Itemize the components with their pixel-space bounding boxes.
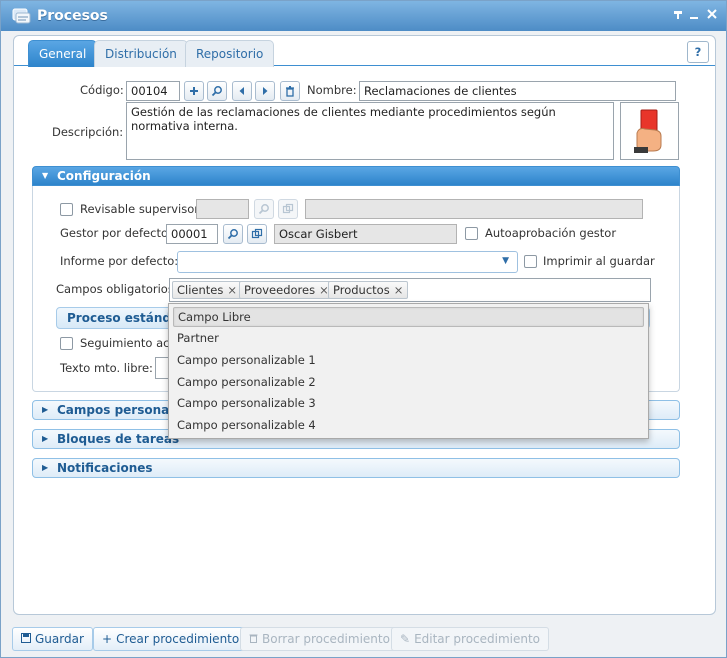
notificaciones-title: Notificaciones — [57, 461, 153, 475]
title-bar[interactable]: Procesos — [1, 1, 726, 31]
campos-obligatorios-input[interactable]: Clientes × Proveedores × Productos × — [169, 278, 651, 302]
process-app-icon — [11, 7, 31, 25]
imprimir-checkbox[interactable] — [524, 255, 537, 268]
plus-icon: + — [102, 632, 113, 646]
gestor-open-button[interactable] — [247, 224, 267, 244]
campos-dropdown-list: Campo Libre Partner Campo personalizable… — [168, 303, 649, 439]
supervisor-name-input — [305, 199, 643, 219]
dropdown-arrow-icon: ▼ — [502, 256, 509, 266]
descripcion-label: Descripción: — [52, 125, 124, 139]
tab-bar: General Distribución Repositorio ? — [14, 36, 715, 67]
trash-icon — [249, 628, 258, 650]
gestor-label: Gestor por defecto — [60, 226, 168, 240]
autoaprobacion-label: Autoaprobación gestor — [485, 226, 617, 240]
expand-arrow-icon: ▶ — [42, 434, 49, 443]
configuracion-section-header[interactable]: ▼ Configuración — [32, 166, 680, 186]
next-button[interactable] — [255, 81, 275, 101]
supervisor-open-button — [278, 199, 298, 219]
nombre-label: Nombre: — [307, 83, 357, 97]
previous-button[interactable] — [232, 81, 252, 101]
tab-repositorio[interactable]: Repositorio — [185, 40, 275, 67]
editar-procedimiento-button: ✎ Editar procedimiento — [391, 627, 550, 651]
process-window: Procesos General Distribución Repositori… — [0, 0, 727, 658]
revisable-supervisor-label: Revisable supervisor — [80, 202, 199, 216]
trash-icon — [286, 86, 294, 97]
arrow-right-icon — [263, 87, 268, 95]
notificaciones-section[interactable]: ▶ Notificaciones — [32, 458, 680, 478]
texto-libre-label: Texto mto. libre: — [60, 361, 153, 375]
plus-icon — [190, 87, 198, 95]
seguimiento-checkbox[interactable] — [60, 337, 73, 350]
dropdown-item[interactable]: Campo Libre — [173, 307, 644, 327]
supervisor-search-button — [254, 199, 274, 219]
save-icon — [21, 628, 31, 650]
search-icon — [258, 204, 269, 215]
close-icon[interactable] — [705, 8, 719, 22]
supervisor-code-input — [196, 199, 249, 219]
remove-tag-icon[interactable]: × — [394, 283, 404, 297]
arrow-left-icon — [239, 87, 244, 95]
codigo-label: Código: — [80, 83, 124, 97]
expand-arrow-icon: ▶ — [42, 463, 49, 472]
search-icon — [227, 229, 238, 240]
tab-general[interactable]: General — [28, 40, 98, 67]
informe-label: Informe por defecto: — [60, 254, 179, 268]
search-icon — [211, 86, 222, 97]
descripcion-textarea[interactable]: Gestión de las reclamaciones de clientes… — [126, 102, 614, 160]
crear-procedimiento-button[interactable]: + Crear procedimiento — [93, 627, 249, 651]
open-window-icon — [282, 203, 294, 214]
autoaprobacion-checkbox[interactable] — [465, 227, 478, 240]
imprimir-label: Imprimir al guardar — [543, 254, 655, 268]
collapse-arrow-icon: ▼ — [42, 171, 49, 180]
add-button[interactable] — [184, 81, 204, 101]
tag-proveedores: Proveedores × — [239, 281, 334, 299]
campos-obligatorios-label: Campos obligatorios: — [56, 282, 178, 296]
gestor-code-input[interactable]: 00001 — [166, 224, 218, 244]
remove-tag-icon[interactable]: × — [227, 283, 237, 297]
codigo-input[interactable]: 00104 — [126, 81, 180, 101]
dropdown-item[interactable]: Campo personalizable 2 — [173, 373, 644, 393]
minimize-icon[interactable] — [687, 8, 701, 22]
tab-distribucion[interactable]: Distribución — [94, 40, 188, 67]
nombre-input[interactable]: Reclamaciones de clientes — [359, 81, 676, 101]
footer-toolbar: Guardar + Crear procedimiento Borrar proc… — [1, 619, 726, 657]
open-window-icon — [251, 228, 263, 239]
dropdown-item[interactable]: Campo personalizable 3 — [173, 394, 644, 414]
tag-clientes: Clientes × — [172, 281, 242, 299]
dropdown-item[interactable]: Campo personalizable 1 — [173, 351, 644, 371]
bloques-title: Bloques de tareas — [57, 432, 180, 446]
guardar-button[interactable]: Guardar — [12, 627, 93, 651]
dropdown-item[interactable]: Partner — [173, 329, 644, 349]
revisable-supervisor-checkbox[interactable] — [60, 203, 73, 216]
borrar-procedimiento-button: Borrar procedimiento — [240, 627, 399, 651]
help-button[interactable]: ? — [687, 41, 709, 63]
delete-button[interactable] — [280, 81, 300, 101]
window-title: Procesos — [37, 8, 108, 24]
pencil-icon: ✎ — [400, 632, 411, 646]
red-card-hand-icon — [634, 109, 662, 153]
informe-select[interactable]: ▼ — [177, 251, 518, 273]
search-button[interactable] — [207, 81, 227, 101]
process-image[interactable] — [620, 102, 679, 160]
tag-productos: Productos × — [328, 281, 409, 299]
expand-arrow-icon: ▶ — [42, 405, 49, 414]
gestor-name-input: Oscar Gisbert — [274, 224, 457, 244]
gestor-search-button[interactable] — [223, 224, 243, 244]
configuracion-title: Configuración — [57, 169, 151, 183]
seguimiento-label: Seguimiento acti — [80, 336, 178, 350]
dropdown-item[interactable]: Campo personalizable 4 — [173, 416, 644, 436]
pin-icon[interactable] — [671, 8, 685, 22]
